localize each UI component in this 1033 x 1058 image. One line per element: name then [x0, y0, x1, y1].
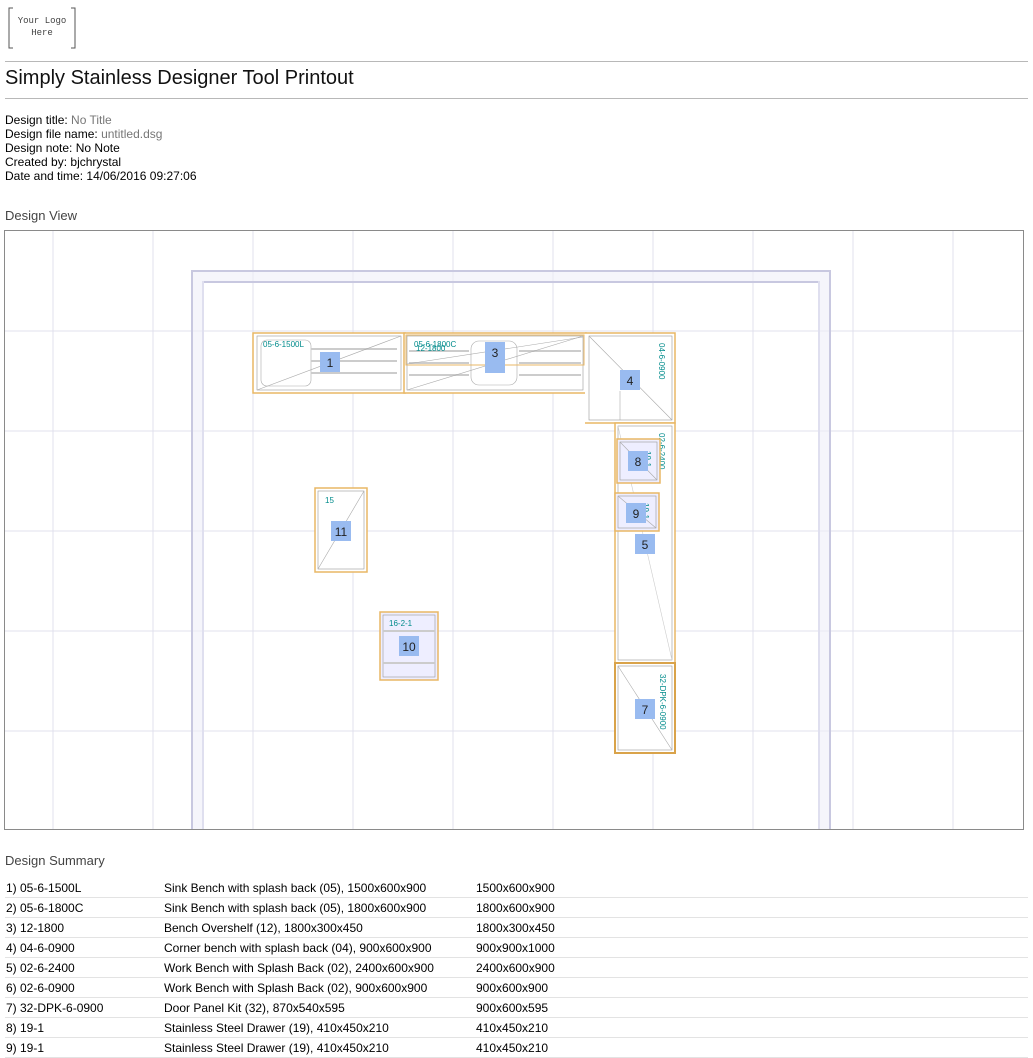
plan-item-code: 05-6-1500L [263, 340, 304, 349]
table-row: 4) 04-6-0900 Corner bench with splash bac… [5, 937, 1028, 958]
design-title-row: Design title: No Title [5, 113, 112, 127]
grid-lines [5, 231, 1023, 829]
design-note-row: Design note: No Note [5, 141, 120, 155]
plan-item-4[interactable]: 04-6-0900 4 [585, 332, 676, 424]
plan-item-code: 04-6-0900 [657, 343, 666, 380]
table-row: 8) 19-1 Stainless Steel Drawer (19), 410x… [5, 1017, 1028, 1038]
design-view-canvas: 05-6-1500L 1 05-6-1800C 12-1800 3 04-6-0… [4, 230, 1024, 830]
table-row: 7) 32-DPK-6-0900 Door Panel Kit (32), 870… [5, 997, 1028, 1018]
design-file-value: untitled.dsg [101, 127, 163, 141]
header-divider [5, 61, 1028, 62]
created-by-row: Created by: bjchrystal [5, 155, 122, 169]
plan-item-11[interactable]: 15 11 [314, 487, 368, 573]
plan-item-number: 8 [635, 455, 642, 469]
design-summary-table: 1) 05-6-1500L Sink Bench with splash back… [5, 878, 1028, 1058]
plan-item-code: 32-DPK-6-0900 [658, 674, 667, 730]
plan-item-code: 16-2-1 [389, 619, 413, 628]
table-row: 3) 12-1800 Bench Overshelf (12), 1800x300… [5, 917, 1028, 938]
plan-item-10[interactable]: 16-2-1 10 [379, 611, 439, 681]
company-logo: Your Logo Here [7, 6, 77, 50]
floor-plan: 05-6-1500L 1 05-6-1800C 12-1800 3 04-6-0… [5, 231, 1023, 829]
table-row: 5) 02-6-2400 Work Bench with Splash Back … [5, 957, 1028, 978]
plan-item-1[interactable]: 05-6-1500L 1 [252, 332, 406, 394]
plan-item-code: 12-1800 [416, 344, 446, 353]
plan-item-7[interactable]: 32-DPK-6-0900 7 [614, 662, 676, 754]
plan-item-code: 15 [325, 496, 334, 505]
created-by-value: bjchrystal [70, 155, 122, 169]
plan-item-number: 11 [335, 525, 348, 539]
plan-item-number: 4 [627, 374, 634, 388]
logo-placeholder-text: Your Logo Here [17, 16, 67, 38]
page-title: Simply Stainless Designer Tool Printout [5, 67, 354, 89]
date-time-row: Date and time: 14/06/2016 09:27:06 [5, 169, 197, 183]
design-summary-heading: Design Summary [5, 853, 105, 868]
plan-item-8[interactable]: 19-1 8 [616, 438, 661, 484]
plan-item-number: 5 [642, 538, 649, 552]
design-title-value: No Title [71, 113, 112, 127]
title-divider [5, 98, 1028, 99]
design-info: Design title: No Title Design file name:… [5, 113, 197, 183]
plan-item-number: 10 [402, 640, 416, 654]
table-row: 2) 05-6-1800C Sink Bench with splash back… [5, 897, 1028, 918]
plan-item-number: 1 [327, 356, 334, 370]
design-note-value: No Note [75, 141, 120, 155]
date-time-value: 14/06/2016 09:27:06 [86, 169, 197, 183]
plan-item-9[interactable]: 19-1 9 [614, 492, 660, 532]
plan-item-number: 7 [642, 703, 649, 717]
design-view-heading: Design View [5, 208, 78, 223]
plan-item-number: 9 [633, 507, 640, 521]
table-row: 9) 19-1 Stainless Steel Drawer (19), 410x… [5, 1037, 1028, 1058]
table-row: 6) 02-6-0900 Work Bench with Splash Back … [5, 977, 1028, 998]
table-row: 1) 05-6-1500L Sink Bench with splash back… [5, 878, 1028, 898]
design-file-row: Design file name: untitled.dsg [5, 127, 163, 141]
